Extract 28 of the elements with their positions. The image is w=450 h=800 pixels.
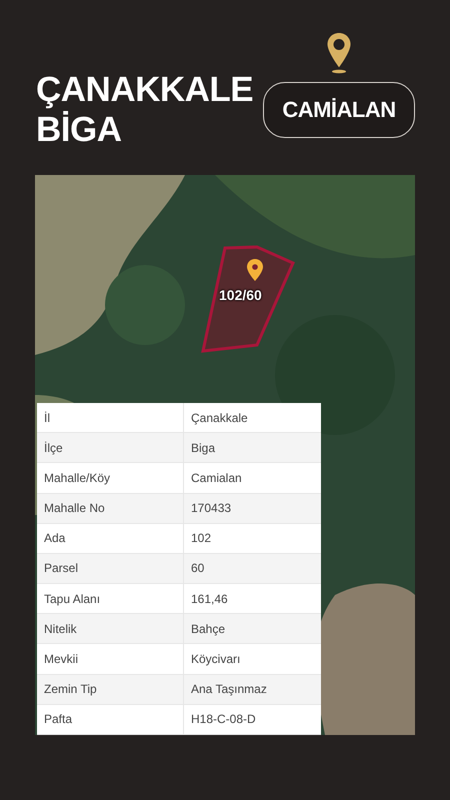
table-cell-text: İl [43, 410, 51, 427]
table-cell: Köycivarı [183, 644, 321, 674]
location-pin-icon [326, 32, 352, 74]
page-title: ÇANAKKALE BİGA [36, 70, 254, 151]
table-cell: Bahçe [183, 614, 321, 644]
table-cell-text: Zemin Tip [43, 681, 98, 698]
table-cell-text: Nitelik [43, 620, 78, 638]
table-cell: Ana Taşınmaz [183, 674, 321, 704]
table-cell-text: Ada [43, 530, 66, 548]
location-button[interactable]: CAMİALAN [263, 82, 415, 138]
table-cell: Çanakkale [183, 402, 321, 432]
table-cell-text: Mahalle No [43, 500, 106, 518]
table-cell: 161,46 [183, 584, 321, 614]
table-cell-text: Pafta [43, 711, 74, 728]
table-cell: 60 [183, 554, 321, 584]
table-cell-text: Mahalle/Köy [43, 470, 112, 487]
parcel-label: 102/60 [219, 287, 262, 303]
table-cell: Camialan [183, 463, 321, 492]
table-cell-text: Tapu Alanı [43, 590, 102, 608]
table-cell: 170433 [183, 494, 321, 523]
table-cell: Biga [183, 433, 321, 462]
map-pin-icon [247, 259, 263, 281]
table-cell-text: Parsel [43, 560, 80, 578]
table-cell: 102 [183, 524, 321, 553]
table-cell: H18-C-08-D [183, 704, 321, 734]
table-cell-text: Mevkii [43, 651, 80, 668]
table-cell-text: İlçe [43, 440, 64, 457]
satellite-map[interactable]: 102/60 İl Çanakkale İlçe Biga Mahalle/Köy Camialan Mahalle No 170433 Ada 102 Parsel 60 Tapu Alanı 161,46 Nitelik Bahçe Mevkii Köycivarı Zemin Tip Ana Taşınmaz Pafta H18-C-08-D [35, 175, 415, 735]
